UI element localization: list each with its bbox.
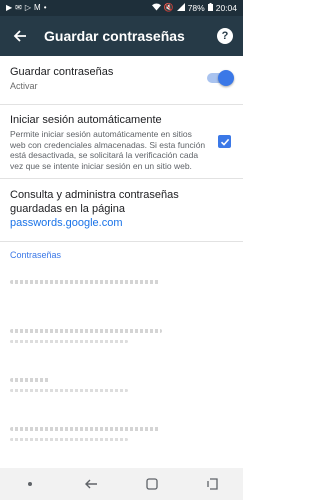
auto-signin-title: Iniciar sesión automáticamente xyxy=(10,114,162,126)
save-passwords-subtitle: Activar xyxy=(10,81,38,91)
blurred-site xyxy=(10,280,160,284)
password-entry[interactable] xyxy=(0,266,243,315)
youtube-icon: ▶ xyxy=(6,3,13,12)
nav-recents-button[interactable] xyxy=(193,468,233,500)
blurred-username xyxy=(10,438,128,441)
dot-icon xyxy=(28,482,33,486)
recents-icon xyxy=(206,478,218,490)
manage-passwords-row: Consulta y administra contraseñas guarda… xyxy=(0,179,243,241)
help-icon: ? xyxy=(217,28,233,44)
wifi-icon xyxy=(151,3,161,13)
mute-icon: 🔇 xyxy=(163,3,174,12)
recents-square-icon xyxy=(146,478,158,490)
save-passwords-toggle[interactable] xyxy=(207,70,234,86)
password-entry[interactable] xyxy=(0,413,243,462)
status-right-icons: 🔇 78% 20:04 xyxy=(151,3,237,13)
passwords-section-label: Contraseñas xyxy=(10,250,62,260)
signal-icon xyxy=(176,3,185,13)
nav-home-button[interactable] xyxy=(132,468,172,500)
save-passwords-title: Guardar contraseñas xyxy=(10,66,114,78)
back-triangle-icon xyxy=(85,479,98,489)
blurred-site xyxy=(10,329,162,333)
nav-back-button[interactable] xyxy=(71,468,111,500)
status-bar: ▶ ✉ ▷ M • 🔇 78% 20:04 xyxy=(0,0,243,16)
passwords-google-link[interactable]: passwords.google.com xyxy=(10,217,123,229)
auto-signin-row[interactable]: Iniciar sesión automáticamente Permite i… xyxy=(0,105,243,178)
battery-percent: 78% xyxy=(187,3,205,13)
arrow-back-icon xyxy=(13,30,26,42)
nav-dot-button[interactable] xyxy=(10,468,50,500)
auto-signin-description: Permite iniciar sesión automáticamente e… xyxy=(10,129,206,171)
blurred-site xyxy=(10,378,50,382)
help-button[interactable]: ? xyxy=(207,16,243,56)
blurred-site xyxy=(10,427,160,431)
system-nav-bar xyxy=(0,468,243,500)
blurred-username xyxy=(10,389,128,392)
check-icon xyxy=(220,138,229,146)
back-button[interactable] xyxy=(0,16,40,56)
save-passwords-row[interactable]: Guardar contraseñas Activar xyxy=(0,56,243,104)
status-time: 20:04 xyxy=(215,3,237,13)
blurred-username xyxy=(10,340,128,343)
password-entry[interactable] xyxy=(0,315,243,364)
battery-icon xyxy=(207,3,213,13)
play-store-icon: ▷ xyxy=(24,3,32,12)
mail-icon: ✉ xyxy=(15,3,22,12)
auto-signin-checkbox[interactable] xyxy=(218,135,231,148)
app-bar: Guardar contraseñas ? xyxy=(0,16,243,56)
gmail-icon: M xyxy=(34,3,41,12)
status-left-icons: ▶ ✉ ▷ M • xyxy=(6,4,47,12)
manage-passwords-text: Consulta y administra contraseñas guarda… xyxy=(10,189,179,215)
settings-content: Guardar contraseñas Activar Iniciar sesi… xyxy=(0,56,243,462)
password-entry[interactable] xyxy=(0,364,243,413)
password-list xyxy=(0,266,243,462)
page-title: Guardar contraseñas xyxy=(44,28,185,44)
more-dots-icon: • xyxy=(43,3,47,12)
toggle-knob xyxy=(218,70,234,86)
